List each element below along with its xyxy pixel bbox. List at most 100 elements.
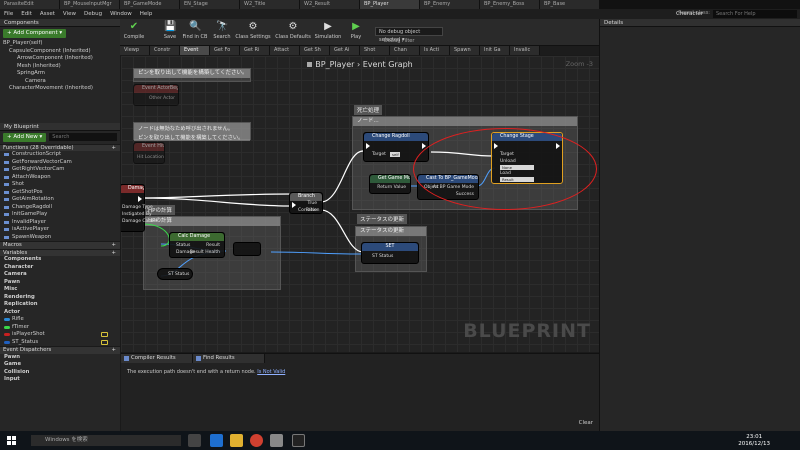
menu-file[interactable]: File	[4, 11, 13, 17]
variable-item[interactable]: Rifle	[0, 316, 120, 324]
menu-asset[interactable]: Asset	[40, 11, 55, 17]
set-status-node[interactable]: SET ST Status	[361, 242, 419, 264]
dispatcher-category[interactable]: Pawn	[0, 354, 120, 362]
graph-tab[interactable]: Invalic	[510, 46, 540, 55]
graph-tab[interactable]: Chan	[390, 46, 420, 55]
function-item[interactable]: InitGamePlay	[0, 211, 120, 219]
component-item[interactable]: Mesh (Inherited)	[3, 63, 120, 71]
variable-item[interactable]: ST_Status	[0, 339, 120, 347]
play-button[interactable]: ▶ Play	[344, 20, 368, 45]
menu-window[interactable]: Window	[110, 11, 132, 17]
component-item[interactable]: SpringArm	[3, 70, 120, 78]
function-item[interactable]: AttachWeapon	[0, 174, 120, 182]
variable-category[interactable]: Actor	[0, 309, 120, 317]
variable-category[interactable]: Misc	[0, 286, 120, 294]
doc-tab-active[interactable]: BP_Player	[360, 0, 420, 9]
function-item[interactable]: Shot	[0, 181, 120, 189]
graph-tab[interactable]: Viewp	[120, 46, 150, 55]
variable-category[interactable]: Character	[0, 264, 120, 272]
ghost-event-node[interactable]: Event ActorBeginOverlap Other Actor	[133, 84, 179, 106]
eye-icon[interactable]	[101, 332, 108, 337]
menu-edit[interactable]: Edit	[21, 11, 32, 17]
simulation-button[interactable]: ▶ Simulation	[314, 20, 342, 45]
variable-item[interactable]: fTimer	[0, 324, 120, 332]
edge-icon[interactable]	[210, 434, 223, 447]
graph-tab[interactable]: Get Fo	[210, 46, 240, 55]
function-item[interactable]: GetAimRotation	[0, 196, 120, 204]
app-icon[interactable]	[270, 434, 283, 447]
exec-in-pin[interactable]	[292, 202, 296, 208]
variable-category[interactable]: Rendering	[0, 294, 120, 302]
function-item[interactable]: GetShotPos	[0, 189, 120, 197]
st-status-getter-node[interactable]: ST Status	[157, 268, 193, 280]
dispatcher-category[interactable]: Game	[0, 361, 120, 369]
message-link[interactable]: Is Not Valid	[257, 369, 285, 375]
component-item[interactable]: CharacterMovement (Inherited)	[3, 85, 120, 93]
compiler-results-tab[interactable]: Compiler Results	[121, 354, 193, 363]
graph-tab[interactable]: Get Sh	[300, 46, 330, 55]
menu-view[interactable]: View	[63, 11, 76, 17]
variable-category[interactable]: Replication	[0, 301, 120, 309]
doc-tab[interactable]: BP_MouseInputMgr	[60, 0, 120, 9]
doc-tab[interactable]: BP_Enemy	[420, 0, 480, 9]
target-field[interactable]: self	[390, 152, 400, 157]
parent-class-value[interactable]: Character	[676, 11, 703, 17]
find-results-tab[interactable]: Find Results	[193, 354, 265, 363]
function-item[interactable]: GetRightVectorCam	[0, 166, 120, 174]
variable-item[interactable]: isPlayerShot	[0, 331, 120, 339]
dispatcher-category[interactable]: Input	[0, 376, 120, 384]
function-item[interactable]: ConstructionScript	[0, 151, 120, 159]
event-graph-canvas[interactable]: ピンを取り出して機能を構築してください。 ノードは無効なため呼び出されません。 …	[121, 56, 599, 352]
debug-object-select[interactable]: No debug object selected ▾	[375, 27, 443, 43]
compile-button[interactable]: ✔ Compile	[122, 20, 146, 45]
variable-category[interactable]: Camera	[0, 271, 120, 279]
blueprint-search-input[interactable]: Search	[49, 133, 117, 141]
function-item[interactable]: SpawnWeapon	[0, 234, 120, 242]
component-item[interactable]: CapsuleComponent (Inherited)	[3, 48, 120, 56]
doc-tab[interactable]: BP_Base	[540, 0, 600, 9]
variables-section[interactable]: Variables +	[0, 248, 120, 258]
component-item[interactable]: ArrowComponent (Inherited)	[3, 55, 120, 63]
eye-icon[interactable]	[101, 339, 108, 345]
add-new-button[interactable]: + Add New ▾	[3, 132, 47, 142]
component-root[interactable]: BP_Player(self)	[3, 40, 120, 48]
damage-event-node[interactable]: Damage Damage Type Instigated By Damage …	[121, 184, 158, 232]
class-defaults-button[interactable]: ⚙ Class Defaults	[274, 20, 312, 45]
functions-section[interactable]: Functions (28 Overridable) +	[0, 143, 120, 151]
doc-tab[interactable]: BP_Enemy_Boss	[480, 0, 540, 9]
exec-in-pin[interactable]	[366, 143, 370, 149]
component-item[interactable]: Camera	[3, 78, 120, 86]
graph-tab-active[interactable]: Event	[180, 46, 210, 55]
function-item[interactable]: GetForwardVectorCam	[0, 159, 120, 167]
add-dispatcher-icon[interactable]: +	[112, 347, 116, 355]
graph-tab[interactable]: Init Ga	[480, 46, 510, 55]
get-game-mode-node[interactable]: Get Game Mode Return Value	[369, 174, 411, 194]
add-variable-icon[interactable]: +	[112, 250, 116, 258]
save-button[interactable]: 💾 Save	[158, 20, 182, 45]
task-view-icon[interactable]	[188, 434, 201, 447]
ghost-event-node[interactable]: Event Hit Hit Location	[133, 142, 165, 164]
graph-tab[interactable]: Attact	[270, 46, 300, 55]
function-item[interactable]: ChangeRagdoll	[0, 204, 120, 212]
taskbar-clock[interactable]: 23:01 2016/12/13	[738, 434, 770, 448]
dispatcher-category[interactable]: Collision	[0, 369, 120, 377]
menu-debug[interactable]: Debug	[84, 11, 102, 17]
exec-out-pin[interactable]	[138, 196, 142, 202]
find-in-cb-button[interactable]: 🔍 Find in CB	[180, 20, 210, 45]
function-item[interactable]: isActivePlayer	[0, 226, 120, 234]
doc-tab[interactable]: ParasiteEdit	[0, 0, 60, 9]
function-item[interactable]: InvalidPlayer	[0, 219, 120, 227]
graph-tab[interactable]: Shot	[360, 46, 390, 55]
clear-button[interactable]: Clear	[579, 420, 593, 426]
graph-tab[interactable]: Is Acti	[420, 46, 450, 55]
class-settings-button[interactable]: ⚙ Class Settings	[234, 20, 272, 45]
macros-section[interactable]: Macros +	[0, 241, 120, 249]
search-button[interactable]: 🔭 Search	[210, 20, 234, 45]
branch-node[interactable]: Branch Condition True False	[289, 192, 323, 214]
chrome-icon[interactable]	[250, 434, 263, 447]
graph-tab[interactable]: Get Ai	[330, 46, 360, 55]
reroute-node[interactable]	[233, 242, 261, 256]
doc-tab[interactable]: BP_GameMode	[120, 0, 180, 9]
unreal-engine-icon[interactable]	[292, 434, 305, 447]
doc-tab[interactable]: EN_Stage	[180, 0, 240, 9]
